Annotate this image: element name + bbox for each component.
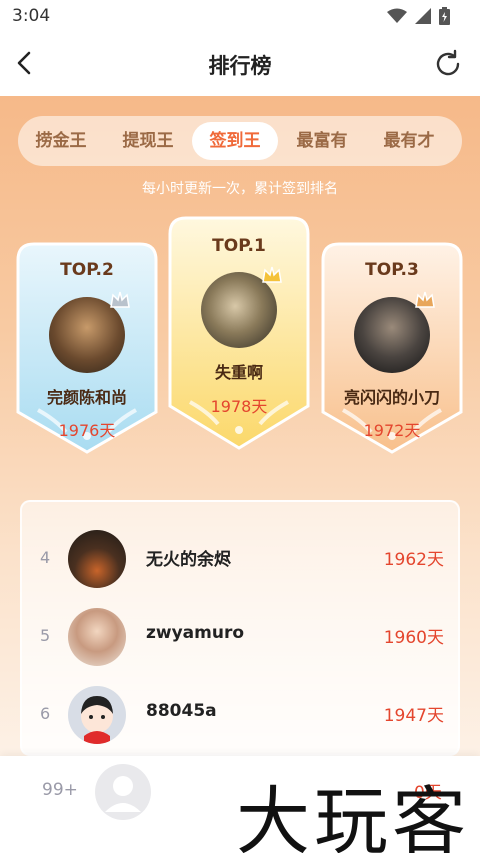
rank-index: 4 (40, 548, 51, 567)
list-item[interactable]: 5 zwyamuro 1960天 (22, 598, 462, 676)
category-tabs: 捞金王 提现王 签到王 最富有 最有才 (18, 116, 462, 166)
podium-top2-name: 完颜陈和尚 (46, 388, 127, 407)
status-time: 3:04 (12, 6, 51, 26)
gold-crown-icon (262, 266, 282, 283)
podium-top1-days: 1978天 (210, 397, 268, 416)
podium-top3-days: 1972天 (363, 421, 421, 440)
rank-index: 6 (40, 704, 51, 723)
tab-zuiyoucai[interactable]: 最有才 (366, 122, 452, 160)
podium-top3-rank: TOP.3 (365, 260, 419, 280)
status-icons (387, 7, 450, 25)
signal-icon (415, 8, 431, 24)
cartoon-avatar-icon (81, 696, 113, 744)
user-name: 无火的余烬 (146, 550, 231, 570)
status-bar: 3:04 (0, 0, 480, 34)
avatar (68, 530, 126, 588)
battery-icon (439, 7, 450, 25)
tab-tixianwang[interactable]: 提现王 (105, 122, 191, 160)
avatar (68, 608, 126, 666)
list-item[interactable]: 4 无火的余烬 1962天 (22, 520, 462, 598)
wifi-icon (387, 8, 407, 23)
tab-qiandaowang[interactable]: 签到王 (192, 122, 278, 160)
user-name: 88045a (146, 701, 217, 721)
podium-top1-name: 失重啊 (214, 363, 263, 382)
tab-laojinwang[interactable]: 捞金王 (18, 122, 104, 160)
list-item[interactable]: 6 88045a 1947天 (22, 676, 462, 754)
ranking-list: 4 无火的余烬 1962天 5 zwyamuro 1960天 6 88045a … (20, 500, 460, 756)
podium-top2[interactable]: TOP.2 完颜陈和尚 1976天 (16, 242, 158, 454)
podium-top3[interactable]: TOP.3 亮闪闪的小刀 1972天 (321, 242, 463, 454)
page-title: 排行榜 (208, 54, 272, 78)
tab-zuifuyou[interactable]: 最富有 (279, 122, 365, 160)
my-rank: 99+ (42, 780, 78, 800)
user-name: zwyamuro (146, 623, 245, 643)
podium-top2-days: 1976天 (58, 421, 116, 440)
podium-top1[interactable]: TOP.1 失重啊 1978天 (168, 216, 310, 450)
update-subtitle: 每小时更新一次，累计签到排名 (142, 181, 338, 197)
user-days: 1960天 (383, 628, 444, 648)
nav-bar: 排行榜 (0, 34, 480, 96)
default-user-icon (105, 776, 141, 812)
my-rank-bar: 99+ 0天 大玩客 (0, 756, 480, 853)
my-avatar (95, 764, 151, 820)
watermark-text: 大玩客 (236, 779, 470, 853)
refresh-icon[interactable] (432, 48, 464, 80)
podium-top2-rank: TOP.2 (60, 260, 114, 280)
podium-top1-rank: TOP.1 (212, 236, 266, 256)
user-days: 1962天 (383, 550, 444, 570)
podium-top3-name: 亮闪闪的小刀 (343, 388, 440, 407)
user-days: 1947天 (383, 706, 444, 726)
silver-crown-icon (110, 291, 130, 308)
bronze-crown-icon (415, 291, 435, 308)
rank-index: 5 (40, 626, 51, 645)
avatar (68, 686, 126, 744)
